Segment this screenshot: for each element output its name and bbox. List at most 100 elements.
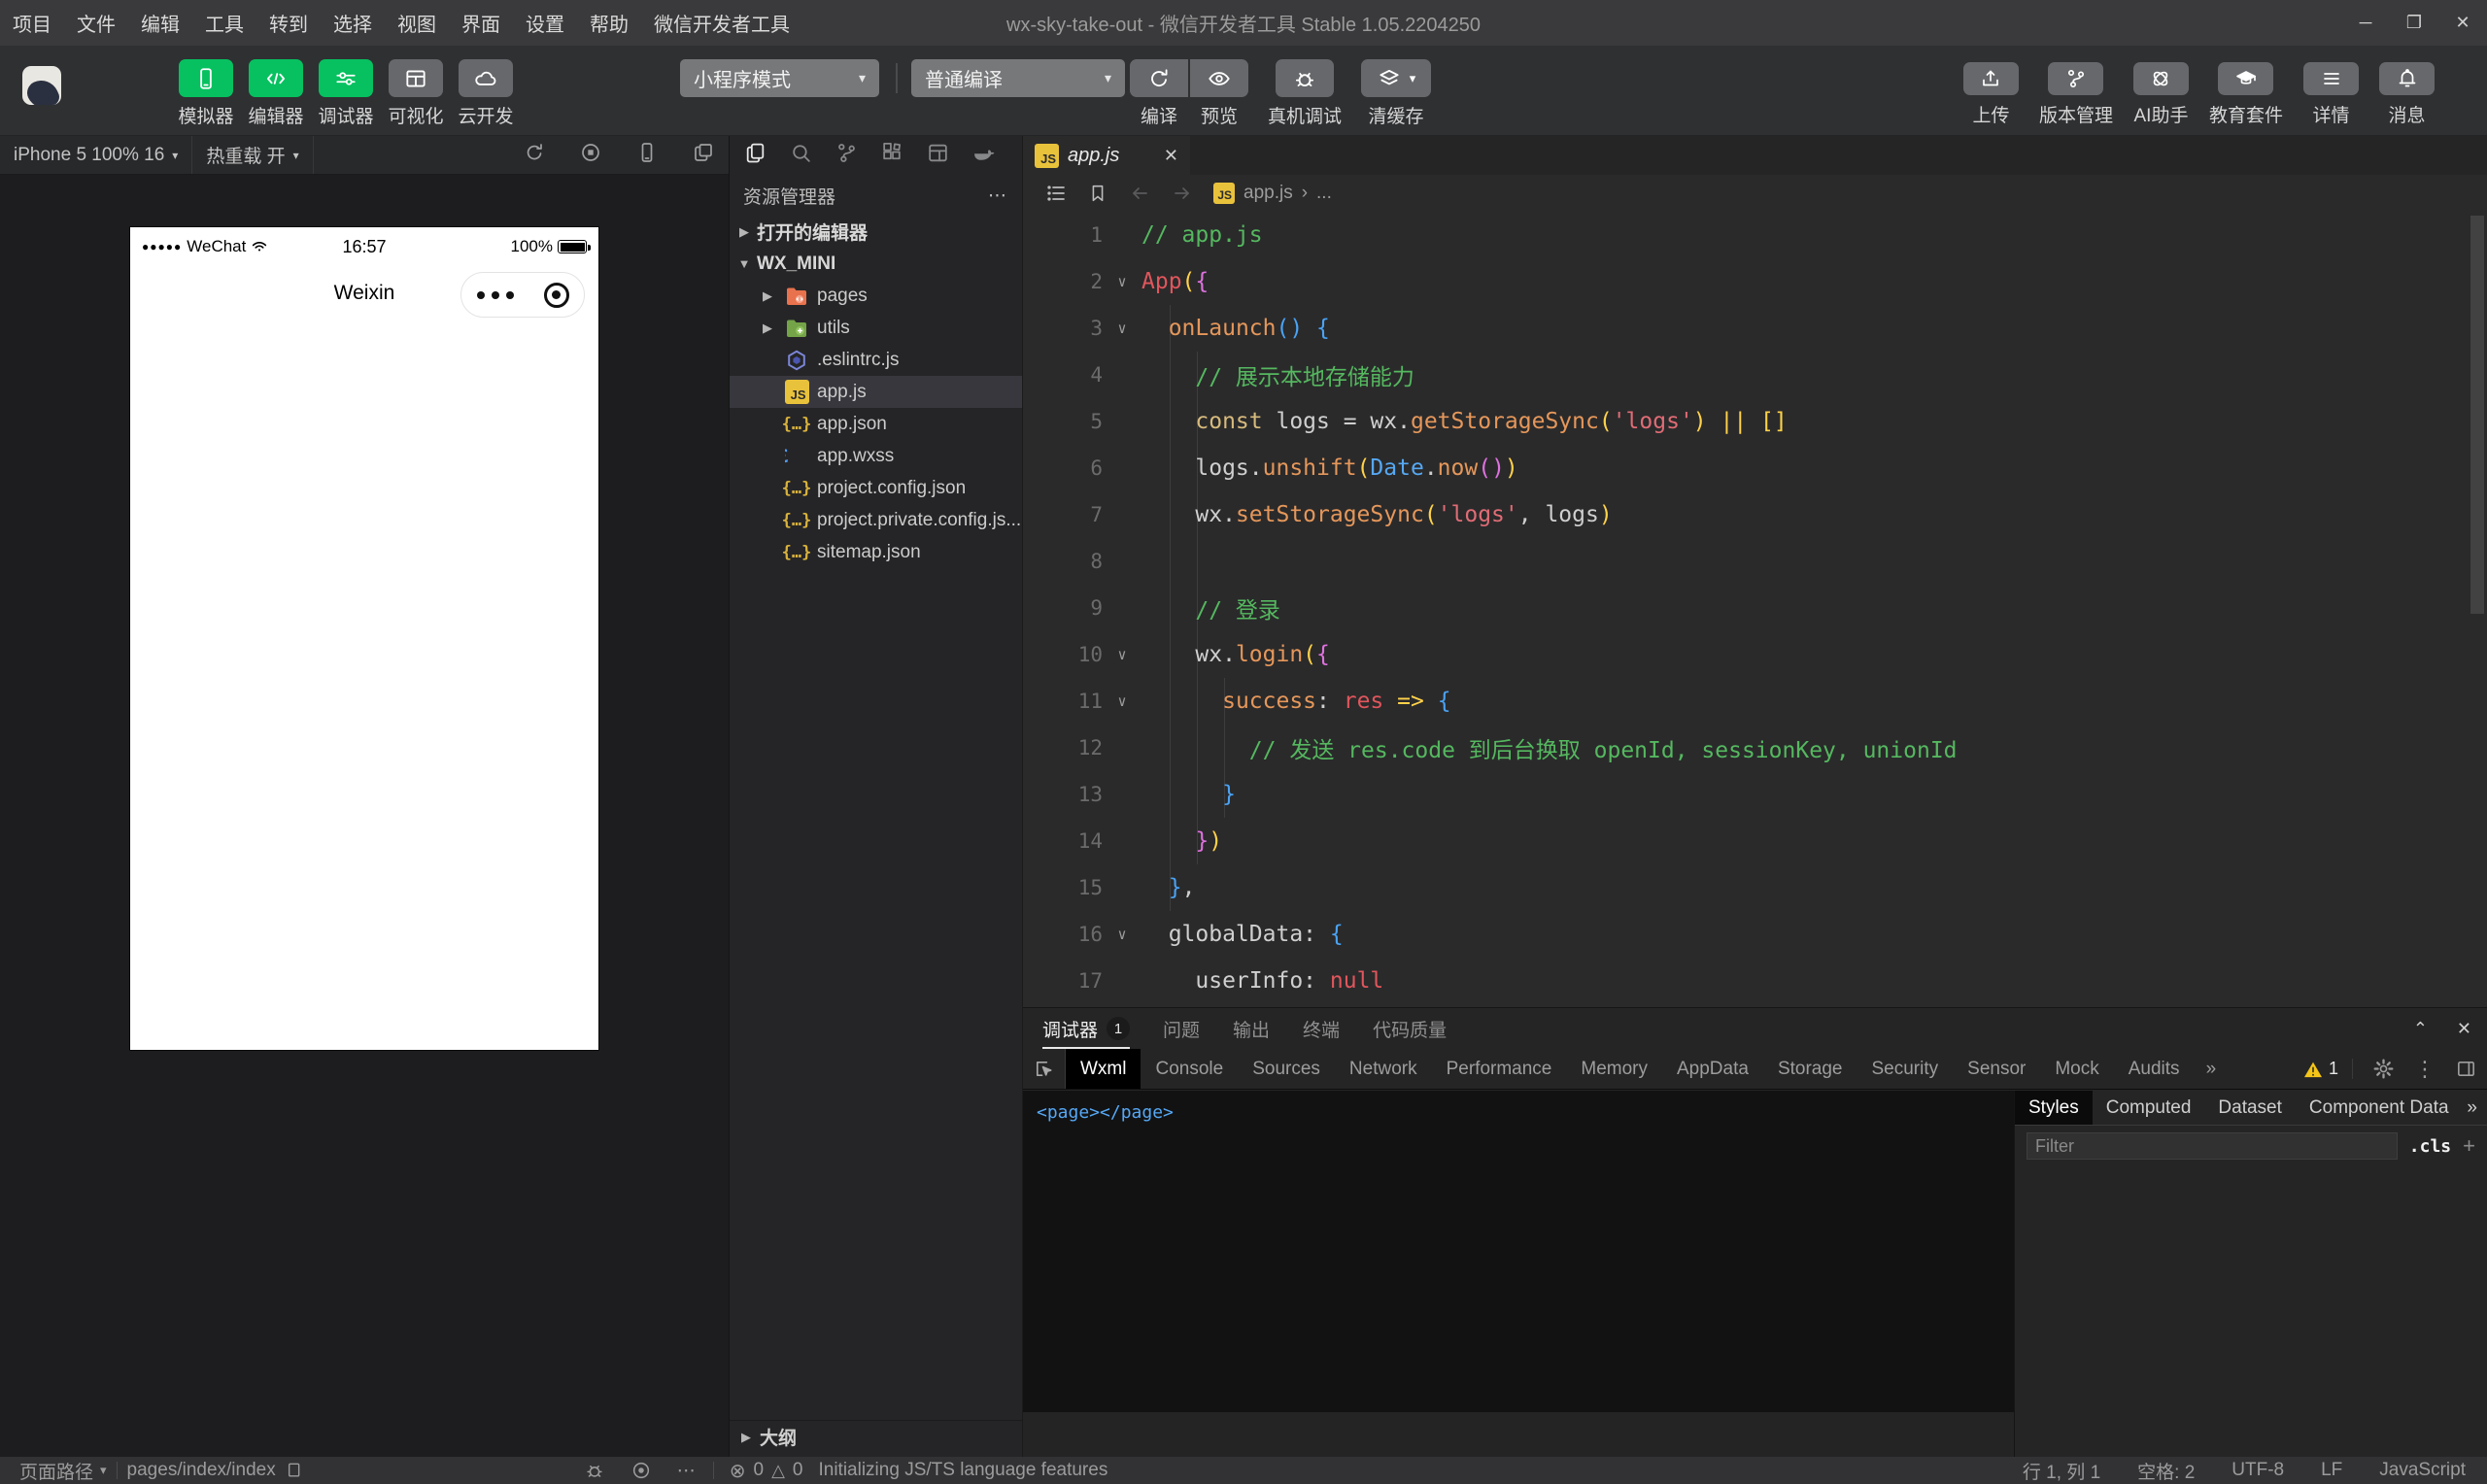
activity-layout-icon[interactable] [926,141,950,171]
knot-icon[interactable] [2132,62,2189,95]
explorer-more-icon[interactable]: ⋯ [988,185,1008,207]
devtools-tab-Sensor[interactable]: Sensor [1953,1049,2040,1089]
layers-icon[interactable]: ▾ [1361,59,1432,97]
fold-icon[interactable]: ∨ [1103,926,1141,943]
menu-帮助[interactable]: 帮助 [577,0,641,46]
sim-windows-icon[interactable] [692,141,715,170]
target-icon[interactable] [630,1460,652,1481]
debug-tab-代码质量[interactable]: 代码质量 [1373,1008,1447,1049]
file-app.js[interactable]: JS app.js [730,376,1022,408]
menu-设置[interactable]: 设置 [513,0,577,46]
devtools-tab-Performance[interactable]: Performance [1432,1049,1567,1089]
devtools-tab-Storage[interactable]: Storage [1763,1049,1857,1089]
status-UTF-8[interactable]: UTF-8 [2231,1460,2284,1481]
style-tab-Styles[interactable]: Styles [2015,1091,2093,1125]
debug-tab-输出[interactable]: 输出 [1233,1008,1270,1049]
action-上传[interactable]: 上传 [1962,46,2019,127]
action-教育套件[interactable]: 教育套件 [2209,46,2283,127]
devtools-tab-Mock[interactable]: Mock [2040,1049,2113,1089]
file-project.private.config.js...[interactable]: {…} project.private.config.js... [730,504,1022,536]
sim-refresh-icon[interactable] [523,141,546,170]
copy-icon[interactable] [283,1461,302,1480]
action-清缓存[interactable]: ▾ 清缓存 [1361,46,1432,128]
open-editors-section[interactable]: ▶ 打开的编辑器 [730,216,1022,248]
style-tabs-overflow-icon[interactable]: » [2467,1097,2477,1119]
可视化-button[interactable]: 可视化 [389,46,444,128]
kebab-menu-icon[interactable]: ⋮ [2414,1057,2436,1082]
action-AI助手[interactable]: AI助手 [2132,46,2189,127]
tab-appjs[interactable]: JS app.js ✕ [1023,136,1190,175]
grad-cap-icon[interactable] [2218,62,2274,95]
action-预览[interactable]: 预览 [1190,46,1248,128]
status-JavaScript[interactable]: JavaScript [2379,1460,2466,1481]
bell-icon[interactable] [2379,62,2435,95]
back-icon[interactable] [1128,182,1151,205]
appmode-dropdown[interactable]: 小程序模式 ▾ [680,59,879,97]
file-app.wxss[interactable]: 3 app.wxss [730,440,1022,472]
activity-search-icon[interactable] [789,141,813,171]
menu-视图[interactable]: 视图 [385,0,449,46]
activity-branch-icon[interactable] [835,141,859,171]
devtools-tab-Security[interactable]: Security [1857,1049,1954,1089]
action-版本管理[interactable]: 版本管理 [2039,46,2113,127]
status-行-1--列-1[interactable]: 行 1, 列 1 [2023,1458,2100,1484]
refresh-icon[interactable] [1130,59,1188,97]
dock-side-icon[interactable] [2455,1058,2477,1080]
sim-phone-icon[interactable] [635,141,659,170]
devtools-tab-Memory[interactable]: Memory [1566,1049,1662,1089]
fold-icon[interactable]: ∨ [1103,273,1141,290]
current-page-path[interactable]: pages/index/index [118,1457,312,1484]
menu-项目[interactable]: 项目 [0,0,64,46]
action-消息[interactable]: 消息 [2379,46,2435,127]
action-详情[interactable]: 详情 [2303,46,2359,127]
devtools-tab-Audits[interactable]: Audits [2114,1049,2195,1089]
devtools-tab-Console[interactable]: Console [1141,1049,1238,1089]
device-selector[interactable]: iPhone 5 100% 16 ▾ [0,136,193,174]
tabs-overflow-icon[interactable]: » [2195,1059,2229,1080]
fold-icon[interactable]: ∨ [1103,320,1141,337]
cls-button[interactable]: .cls [2409,1136,2451,1157]
style-tab-Computed[interactable]: Computed [2093,1091,2205,1125]
编辑器-button[interactable]: 编辑器 [249,46,304,128]
menu-工具[interactable]: 工具 [192,0,256,46]
add-style-icon[interactable]: + [2463,1133,2475,1159]
activity-docker-icon[interactable] [971,141,996,171]
eye-icon[interactable] [1190,59,1248,97]
maximize-button[interactable]: ❐ [2390,0,2438,46]
devtools-tab-AppData[interactable]: AppData [1662,1049,1763,1089]
wxml-tree-pane[interactable]: <page></page> [1023,1091,2014,1457]
close-button[interactable]: ✕ [2438,0,2487,46]
compile-mode-dropdown[interactable]: 普通编译 ▾ [911,59,1125,97]
debug-tab-终端[interactable]: 终端 [1303,1008,1340,1049]
bug-icon[interactable] [1276,59,1334,97]
bug-icon[interactable] [584,1460,605,1481]
more-menu-button[interactable] [476,290,514,299]
fold-icon[interactable]: ∨ [1103,646,1141,663]
action-真机调试[interactable]: 真机调试 [1268,46,1342,128]
avatar[interactable] [22,66,61,105]
action-编译[interactable]: 编译 [1130,46,1188,128]
outline-section[interactable]: ▶ 大纲 [730,1420,1022,1453]
云开发-button[interactable]: 云开发 [459,46,514,128]
menu-选择[interactable]: 选择 [321,0,385,46]
devtools-tab-Network[interactable]: Network [1335,1049,1432,1089]
status-空格--2[interactable]: 空格: 2 [2137,1458,2195,1484]
more-icon[interactable]: ⋯ [677,1460,698,1482]
problems-summary[interactable]: ⊗ 0 △ 0 Initializing JS/TS language feat… [714,1459,1108,1483]
gear-icon[interactable] [2372,1058,2395,1080]
bookmark-icon[interactable] [1087,183,1108,204]
outline-list-icon[interactable] [1044,182,1068,205]
minimize-button[interactable]: ─ [2341,0,2390,46]
file-sitemap.json[interactable]: {…} sitemap.json [730,536,1022,568]
close-panel-icon[interactable]: ✕ [2457,1019,2471,1039]
file-.eslintrc.js[interactable]: .eslintrc.js [730,344,1022,376]
activity-extensions-icon[interactable] [880,141,904,171]
file-project.config.json[interactable]: {…} project.config.json [730,472,1022,504]
debug-tab-问题[interactable]: 问题 [1163,1008,1200,1049]
调试器-button[interactable]: 调试器 [319,46,374,128]
branch-icon[interactable] [2048,62,2104,95]
style-filter-input[interactable] [2027,1132,2398,1160]
close-tab-icon[interactable]: ✕ [1164,146,1178,166]
模拟器-button[interactable]: 模拟器 [179,46,234,128]
debug-tab-调试器[interactable]: 调试器 1 [1042,1008,1131,1049]
